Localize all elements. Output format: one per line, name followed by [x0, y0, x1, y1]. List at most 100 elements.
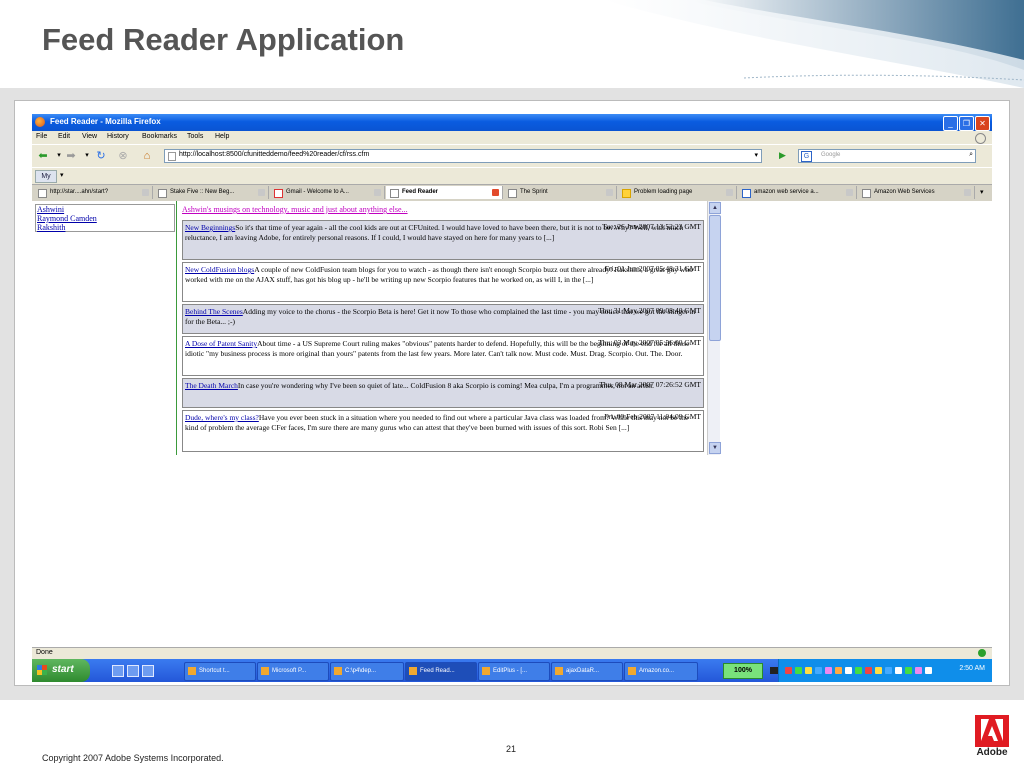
taskbar-item[interactable]: Microsoft P...	[257, 662, 329, 681]
stop-icon[interactable]: ⊗	[116, 149, 130, 163]
tray-icon[interactable]	[795, 667, 802, 674]
tab-close-icon[interactable]	[846, 189, 853, 196]
tab-close-icon[interactable]	[142, 189, 149, 196]
tray-icon[interactable]	[835, 667, 842, 674]
monitor-icon[interactable]	[770, 667, 778, 674]
start-button[interactable]: start	[32, 659, 90, 682]
taskbar-item[interactable]: ajaxDataR...	[551, 662, 623, 681]
reload-icon[interactable]: ↻	[94, 149, 108, 163]
author-link-ashwini[interactable]: Ashwini	[37, 205, 64, 214]
tab-close-icon[interactable]	[492, 189, 499, 196]
tab-gmail[interactable]: Gmail - Welcome to A...	[270, 186, 385, 199]
taskbar-item[interactable]: Feed Read...	[405, 662, 477, 681]
entry-title-link[interactable]: Dude, where's my class?	[185, 413, 259, 422]
my-bookmark-button[interactable]: My	[35, 170, 57, 183]
author-link-raymond-camden[interactable]: Raymond Camden	[37, 214, 97, 223]
entry-date: Thu, 03 May 2007 05:56:00 GMT	[598, 338, 701, 347]
entry-title-link[interactable]: The Death March	[185, 381, 238, 390]
menu-file[interactable]: File	[36, 133, 47, 140]
pane-divider[interactable]	[176, 201, 177, 455]
tab-close-icon[interactable]	[726, 189, 733, 196]
activity-throbber-icon	[975, 133, 986, 144]
quicklaunch-desktop-icon[interactable]	[127, 665, 139, 677]
feed-scrollbar[interactable]: ▲ ▼	[707, 201, 721, 455]
menu-history[interactable]: History	[107, 133, 129, 140]
quicklaunch-media-icon[interactable]	[142, 665, 154, 677]
forward-arrow-icon[interactable]: ➡	[64, 149, 78, 163]
tab-close-icon[interactable]	[374, 189, 381, 196]
program-icon	[555, 667, 563, 675]
volume-icon[interactable]	[925, 667, 932, 674]
tray-icon[interactable]	[885, 667, 892, 674]
scroll-thumb[interactable]	[709, 215, 721, 341]
entry-date: Thu, 31 May 2007 09:08:40 GMT	[598, 306, 701, 315]
menu-view[interactable]: View	[82, 133, 97, 140]
taskbar-item-label: EditPlus - [...	[493, 668, 528, 674]
search-magnifier-icon[interactable]: ⌕	[969, 151, 973, 159]
restore-button[interactable]: ❐	[959, 116, 974, 131]
taskbar-item-label: Shortcut t...	[199, 668, 230, 674]
tray-icon[interactable]	[815, 667, 822, 674]
firefox-window: Feed Reader - Mozilla Firefox _ ❐ ✕ File…	[32, 114, 992, 682]
tray-icon[interactable]	[875, 667, 882, 674]
tab-amazon-web-services[interactable]: Amazon Web Services	[858, 186, 975, 199]
scroll-down-arrow-icon[interactable]: ▼	[709, 442, 721, 454]
status-bar: Done	[32, 647, 992, 659]
tab-list-dropdown-icon[interactable]: ▾	[980, 188, 984, 196]
bookmark-dropdown-icon[interactable]: ▾	[60, 171, 64, 179]
entry-title-link[interactable]: New ColdFusion blogs	[185, 265, 254, 274]
tab-the-sprint[interactable]: The Sprint	[504, 186, 617, 199]
minimize-button[interactable]: _	[943, 116, 958, 131]
taskbar-item[interactable]: C:\p4\dep...	[330, 662, 404, 681]
tray-icon[interactable]	[825, 667, 832, 674]
entry-date: Fri, 09 Feb 2007 11:04:09 GMT	[604, 412, 701, 421]
menu-bookmarks[interactable]: Bookmarks	[142, 133, 177, 140]
tab-start[interactable]: http://star....ahn/start?	[34, 186, 153, 199]
entry-title-link[interactable]: A Dose of Patent Sanity	[185, 339, 257, 348]
tray-icon[interactable]	[805, 667, 812, 674]
feed-heading-link[interactable]: Ashwin's musings on technology, music an…	[182, 205, 408, 214]
tab-close-icon[interactable]	[964, 189, 971, 196]
taskbar-item[interactable]: Amazon.co...	[624, 662, 698, 681]
home-icon[interactable]: ⌂	[140, 149, 154, 163]
url-bar[interactable]: http://localhost:8500/cfunitteddemo/feed…	[164, 149, 762, 163]
scroll-up-arrow-icon[interactable]: ▲	[709, 202, 721, 214]
tab-stake-five[interactable]: Stake Five :: New Beg...	[154, 186, 269, 199]
menu-tools[interactable]: Tools	[187, 133, 203, 140]
forward-dropdown-icon[interactable]: ▾	[80, 149, 94, 163]
tray-icon[interactable]	[905, 667, 912, 674]
feed-entry: Thu, 08 Mar 2007 07:26:52 GMT The Death …	[182, 378, 704, 408]
firefox-icon	[409, 667, 417, 675]
close-button[interactable]: ✕	[975, 116, 990, 131]
tray-icon[interactable]	[785, 667, 792, 674]
quicklaunch-ie-icon[interactable]	[112, 665, 124, 677]
tray-icon[interactable]	[895, 667, 902, 674]
entry-title-link[interactable]: New Beginnings	[185, 223, 235, 232]
back-arrow-icon[interactable]: ⬅	[36, 149, 50, 163]
search-box[interactable]: G Google ⌕	[798, 149, 976, 163]
url-dropdown-icon[interactable]: ▾	[754, 151, 758, 159]
google-engine-icon[interactable]: G	[801, 151, 812, 162]
tray-icon[interactable]	[865, 667, 872, 674]
windows-taskbar: start Shortcut t... Microsoft P... C:\p4…	[32, 659, 992, 682]
tab-amazon-search[interactable]: amazon web service a...	[738, 186, 857, 199]
go-arrow-icon[interactable]: ▶	[779, 150, 791, 161]
taskbar-item[interactable]: Shortcut t...	[184, 662, 256, 681]
zoom-indicator[interactable]: 100%	[723, 663, 763, 679]
page-icon	[168, 152, 176, 161]
tray-icon[interactable]	[855, 667, 862, 674]
menu-help[interactable]: Help	[215, 133, 229, 140]
menu-edit[interactable]: Edit	[58, 133, 70, 140]
entry-title-link[interactable]: Behind The Scenes	[185, 307, 243, 316]
taskbar-item[interactable]: EditPlus - [...	[478, 662, 550, 681]
tab-feed-reader[interactable]: Feed Reader	[386, 186, 503, 199]
adobe-mark-icon	[975, 715, 1009, 747]
tray-icon[interactable]	[845, 667, 852, 674]
tray-icon[interactable]	[915, 667, 922, 674]
tab-close-icon[interactable]	[606, 189, 613, 196]
author-link-rakshith[interactable]: Rakshith	[37, 223, 65, 232]
taskbar-item-label: ajaxDataR...	[566, 668, 600, 674]
tab-problem-loading[interactable]: Problem loading page	[618, 186, 737, 199]
tab-close-icon[interactable]	[258, 189, 265, 196]
windows-flag-icon	[37, 665, 47, 675]
